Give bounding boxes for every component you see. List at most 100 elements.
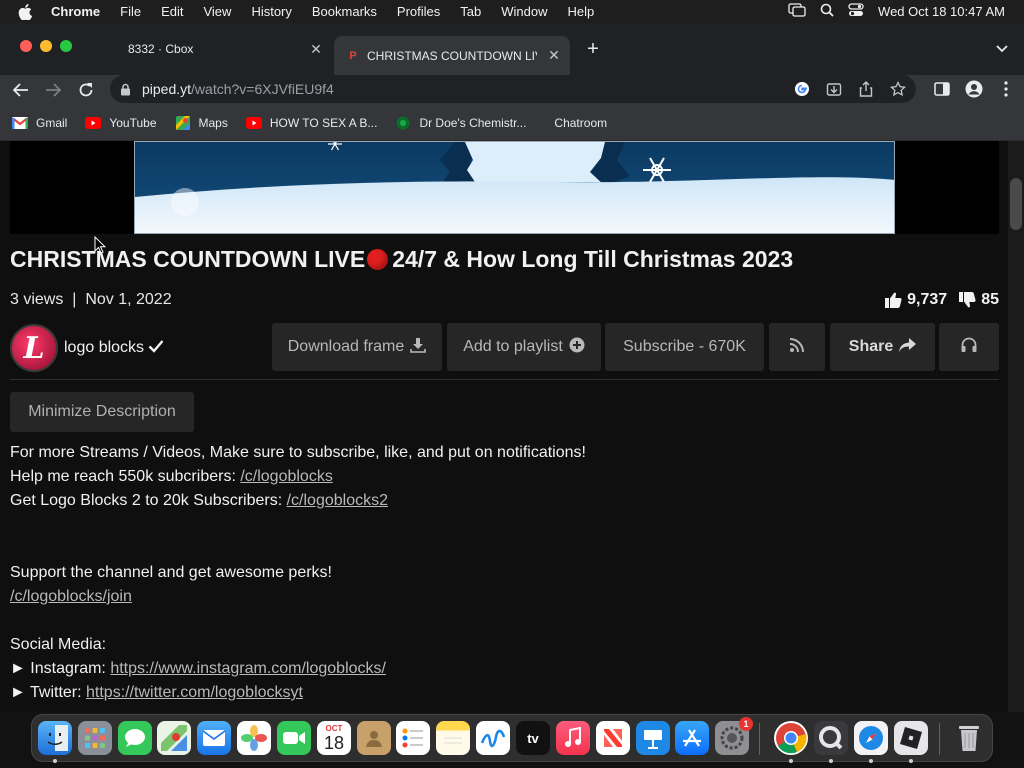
news-icon[interactable] xyxy=(596,721,630,755)
safari-icon[interactable] xyxy=(854,721,888,755)
keynote-icon[interactable] xyxy=(636,721,670,755)
running-indicator xyxy=(869,759,873,763)
video-frame[interactable] xyxy=(134,141,895,234)
bookmark-how-to[interactable]: HOW TO SEX A B... xyxy=(245,116,377,130)
rss-button[interactable] xyxy=(769,323,825,371)
roblox-icon[interactable] xyxy=(894,721,928,755)
join-link[interactable]: /c/logoblocks/join xyxy=(10,588,132,605)
back-arrow-icon[interactable] xyxy=(10,80,32,100)
control-center-icon[interactable] xyxy=(848,3,864,20)
messages-icon[interactable] xyxy=(118,721,152,755)
bookmark-dr-doe[interactable]: Dr Doe's Chemistr... xyxy=(395,116,526,130)
mail-icon[interactable] xyxy=(197,721,231,755)
bookmark-maps[interactable]: Maps xyxy=(175,115,228,130)
contacts-icon[interactable] xyxy=(357,721,391,755)
minimize-description-button[interactable]: Minimize Description xyxy=(10,392,194,432)
audio-only-button[interactable] xyxy=(939,323,999,371)
channel2-link[interactable]: /c/logoblocks2 xyxy=(287,492,388,509)
reminders-icon[interactable] xyxy=(396,721,430,755)
menu-help[interactable]: Help xyxy=(568,4,595,19)
side-panel-icon[interactable] xyxy=(932,79,952,99)
menu-tab[interactable]: Tab xyxy=(460,4,481,19)
spotlight-search-icon[interactable] xyxy=(820,3,834,20)
chrome-icon[interactable] xyxy=(774,721,808,755)
profile-avatar-icon[interactable] xyxy=(964,79,984,99)
subscribe-button[interactable]: Subscribe - 670K xyxy=(605,323,764,371)
live-red-dot-icon xyxy=(367,249,389,270)
address-bar[interactable]: piped.yt/watch?v=6XJVfiEU9f4 xyxy=(110,75,916,103)
close-window-button[interactable] xyxy=(20,40,32,52)
google-lens-icon[interactable] xyxy=(792,79,812,99)
tab-active[interactable]: P CHRISTMAS COUNTDOWN LIVE ✕ xyxy=(334,36,570,75)
bookmark-youtube[interactable]: YouTube xyxy=(85,116,157,130)
menu-history[interactable]: History xyxy=(251,4,291,19)
running-indicator xyxy=(53,759,57,763)
quicktime-icon[interactable] xyxy=(814,721,848,755)
bookmark-chatroom[interactable]: Chatroom xyxy=(554,116,607,130)
more-options-icon[interactable] xyxy=(996,79,1016,99)
menu-bookmarks[interactable]: Bookmarks xyxy=(312,4,377,19)
install-app-icon[interactable] xyxy=(824,79,844,99)
minimize-window-button[interactable] xyxy=(40,40,52,52)
plus-circle-icon xyxy=(569,337,585,358)
calendar-icon[interactable]: OCT 18 xyxy=(317,721,351,755)
tab-title: 8332 · Cbox xyxy=(128,42,194,56)
description-line: /c/logoblocks/join xyxy=(10,585,1000,609)
download-frame-button[interactable]: Download frame xyxy=(272,323,442,371)
channel-info[interactable]: L logo blocks xyxy=(10,324,164,372)
menu-view[interactable]: View xyxy=(203,4,231,19)
share-page-icon[interactable] xyxy=(856,79,876,99)
chevron-down-icon[interactable] xyxy=(994,41,1010,57)
publish-date: Nov 1, 2022 xyxy=(85,291,172,308)
notes-icon[interactable] xyxy=(436,721,470,755)
finder-icon[interactable] xyxy=(38,721,72,755)
reload-icon[interactable] xyxy=(75,80,97,100)
close-tab-icon[interactable]: ✕ xyxy=(308,41,324,57)
bookmark-gmail[interactable]: Gmail xyxy=(12,116,67,130)
bookmarks-bar: Gmail YouTube Maps HOW TO SEX A B... Dr … xyxy=(0,105,1024,141)
share-button[interactable]: Share xyxy=(830,323,935,371)
channel-avatar[interactable]: L xyxy=(10,324,58,372)
instagram-link[interactable]: https://www.instagram.com/logoblocks/ xyxy=(110,660,386,677)
facetime-icon[interactable] xyxy=(277,721,311,755)
running-indicator xyxy=(789,759,793,763)
tab-cbox[interactable]: 8332 · Cbox ✕ xyxy=(112,34,332,64)
close-tab-icon[interactable]: ✕ xyxy=(546,47,562,64)
like-count: 9,737 xyxy=(907,291,948,308)
forward-arrow-icon[interactable] xyxy=(42,80,64,100)
twitter-link[interactable]: https://twitter.com/logoblocksyt xyxy=(86,684,303,701)
menu-window[interactable]: Window xyxy=(501,4,547,19)
mouse-cursor-icon xyxy=(94,235,107,254)
launchpad-icon[interactable] xyxy=(78,721,112,755)
download-icon xyxy=(410,337,427,358)
channel-link[interactable]: /c/logoblocks xyxy=(240,468,333,485)
add-to-playlist-button[interactable]: Add to playlist xyxy=(447,323,601,371)
menu-app-name[interactable]: Chrome xyxy=(51,4,100,19)
zoom-window-button[interactable] xyxy=(60,40,72,52)
system-settings-icon[interactable]: 1 xyxy=(715,717,753,755)
menu-file[interactable]: File xyxy=(120,4,141,19)
youtube-icon xyxy=(85,116,102,130)
music-icon[interactable] xyxy=(556,721,590,755)
scrollbar-thumb[interactable] xyxy=(1010,178,1022,230)
running-indicator xyxy=(829,759,833,763)
photos-icon[interactable] xyxy=(237,721,271,755)
apple-icon[interactable] xyxy=(18,3,34,20)
freeform-icon[interactable] xyxy=(476,721,510,755)
menu-clock[interactable]: Wed Oct 18 10:47 AM xyxy=(878,4,1005,19)
menu-edit[interactable]: Edit xyxy=(161,4,183,19)
video-player[interactable] xyxy=(10,141,999,234)
app-store-icon[interactable] xyxy=(675,721,709,755)
channel-name[interactable]: logo blocks xyxy=(64,339,144,357)
lock-icon[interactable] xyxy=(120,82,132,96)
maps-app-icon[interactable] xyxy=(157,721,191,755)
verified-check-icon xyxy=(148,339,164,358)
menu-profiles[interactable]: Profiles xyxy=(397,4,440,19)
video-title-part2: 24/7 & How Long Till Christmas 2023 xyxy=(392,246,794,272)
screen-mirroring-icon[interactable] xyxy=(788,3,806,20)
trash-icon[interactable] xyxy=(952,721,986,755)
new-tab-icon[interactable]: + xyxy=(583,38,603,60)
apple-tv-icon[interactable]: tv xyxy=(516,721,550,755)
bookmark-star-icon[interactable] xyxy=(888,79,908,99)
